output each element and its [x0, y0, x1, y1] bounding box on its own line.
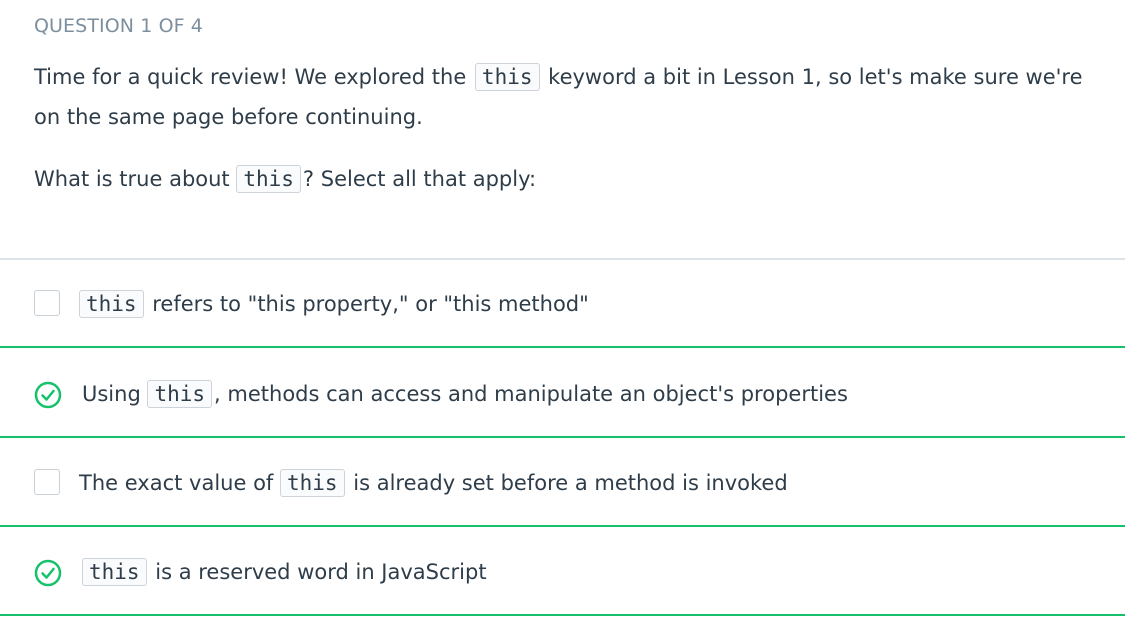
inline-code: this — [474, 63, 540, 91]
checkbox-empty-icon[interactable] — [34, 469, 60, 495]
question-prompt: Time for a quick review! We explored the… — [34, 57, 1094, 193]
answer-option-label: Using this, methods can access and manip… — [82, 380, 848, 408]
checkbox-empty-icon[interactable] — [34, 290, 60, 316]
inline-code: this — [147, 380, 213, 408]
inline-code: this — [280, 469, 345, 497]
inline-code: this — [79, 290, 144, 318]
answer-option-3[interactable]: The exact value of this is already set b… — [0, 439, 1125, 527]
inline-code: this — [82, 558, 147, 586]
answer-option-label: The exact value of this is already set b… — [79, 469, 788, 497]
question-text: What is true about this? Select all that… — [34, 165, 537, 193]
question-counter: QUESTION 1 OF 4 — [34, 15, 203, 37]
check-circle-icon[interactable] — [34, 381, 62, 409]
answer-option-4[interactable]: this is a reserved word in JavaScript — [0, 528, 1125, 616]
intro-text: Time for a quick review! We explored the… — [34, 63, 1083, 129]
check-circle-icon[interactable] — [34, 559, 62, 587]
answer-option-1[interactable]: this refers to "this property," or "this… — [0, 260, 1125, 348]
answer-option-label: this refers to "this property," or "this… — [79, 260, 589, 348]
answer-option-2[interactable]: Using this, methods can access and manip… — [0, 350, 1125, 438]
answer-option-label: this is a reserved word in JavaScript — [82, 528, 487, 616]
inline-code: this — [236, 165, 301, 193]
